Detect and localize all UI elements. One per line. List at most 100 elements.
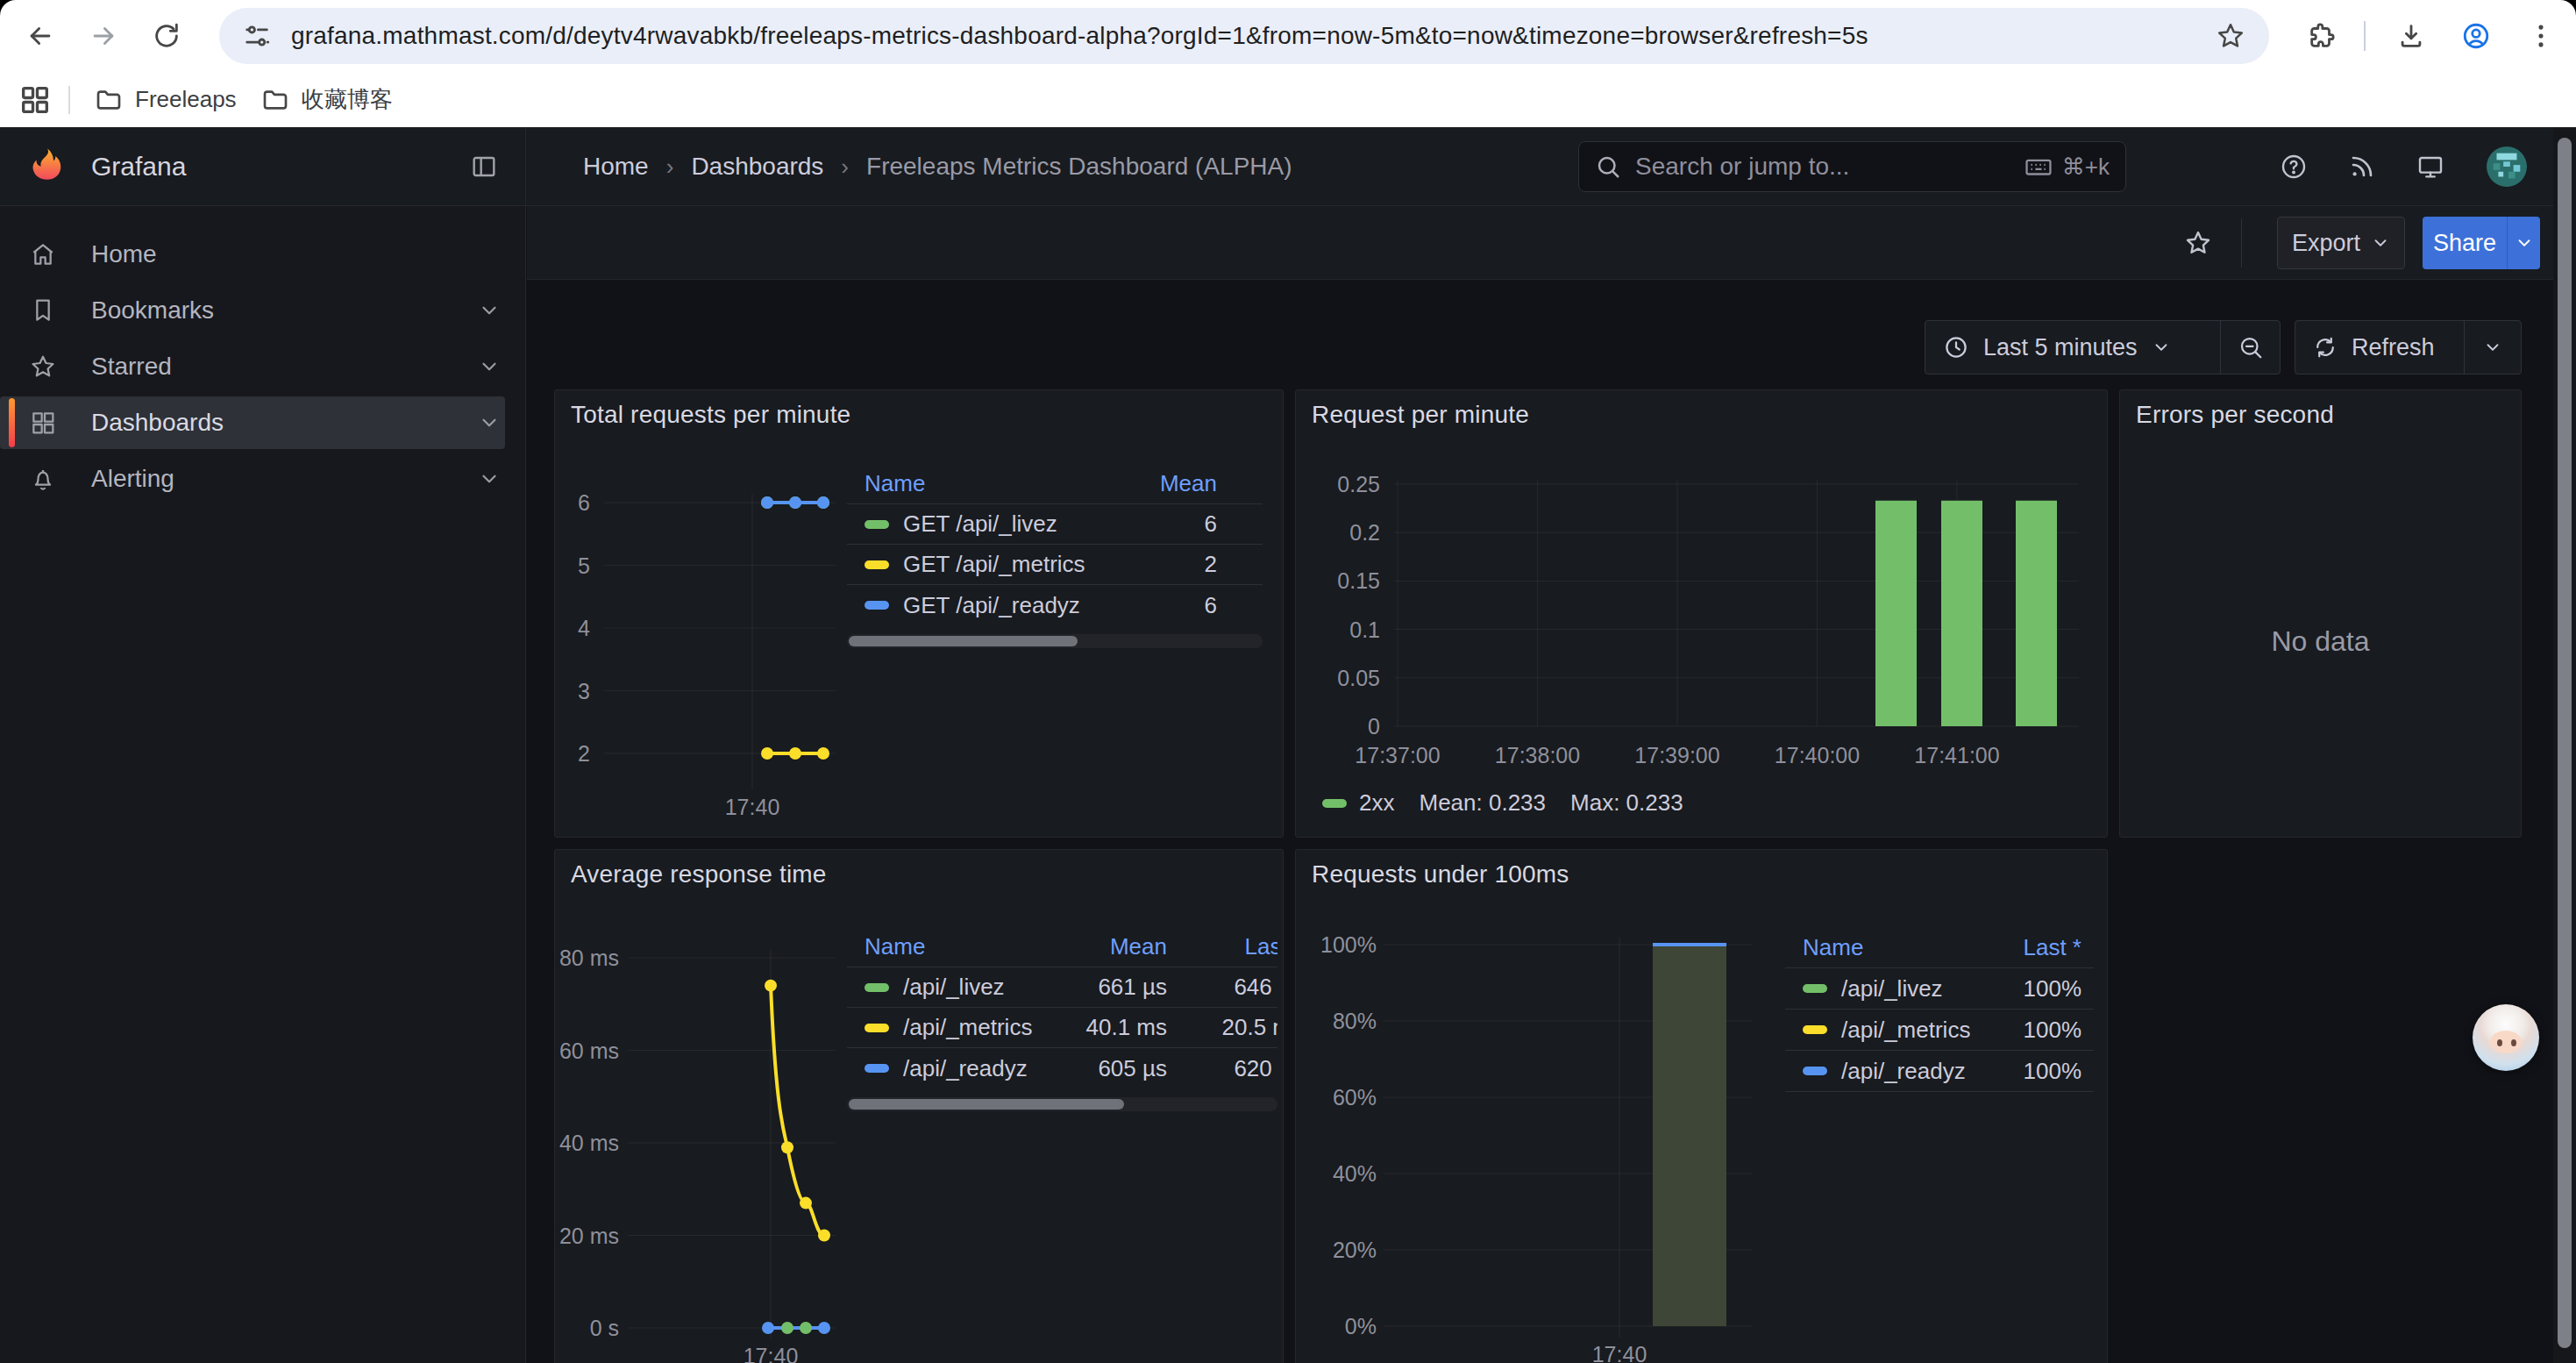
user-avatar[interactable] <box>2487 146 2527 187</box>
download-icon[interactable] <box>2387 11 2436 61</box>
legend-row[interactable]: GET /api/_readyz6 <box>847 585 1263 625</box>
dashboard-toolbar: Export Share <box>527 206 2553 280</box>
browser-menu-icon[interactable] <box>2516 11 2565 61</box>
series-name[interactable]: /api/_metrics <box>903 1014 1032 1041</box>
series-color-swatch <box>865 560 889 569</box>
refresh-button[interactable]: Refresh <box>2295 320 2522 375</box>
legend-scrollbar-thumb[interactable] <box>849 636 1078 646</box>
series-name[interactable]: 2xx <box>1359 789 1394 817</box>
sidebar-item-alerting[interactable]: Alerting <box>0 453 505 505</box>
scrollbar-thumb[interactable] <box>2558 138 2572 1348</box>
address-bar[interactable]: grafana.mathmast.com/d/deytv4rwavabkb/fr… <box>219 8 2269 64</box>
brand-area: Grafana <box>0 127 526 206</box>
legend-header[interactable]: Last * <box>1167 933 1277 960</box>
panel-legend: NameMeanGET /api/_livez6GET /api/_metric… <box>847 464 1263 652</box>
panel-average-response-time[interactable]: Average response time 80 ms60 ms40 ms20 … <box>554 849 1284 1363</box>
panel-request-per-minute[interactable]: Request per minute 0.250.20.150.10.05017… <box>1295 389 2108 838</box>
chevron-down-icon[interactable] <box>478 467 501 490</box>
sidebar-item-bookmarks[interactable]: Bookmarks <box>0 284 505 337</box>
legend-header[interactable]: Name <box>847 933 1040 960</box>
news-icon[interactable] <box>2343 147 2381 186</box>
series-name[interactable]: /api/_livez <box>1841 975 1943 1003</box>
profile-icon[interactable] <box>2451 11 2501 61</box>
legend-row[interactable]: /api/_readyz605 µs620 µs <box>847 1048 1277 1088</box>
clock-icon <box>1943 334 1969 360</box>
panel-title: Average response time <box>571 860 827 888</box>
series-color-swatch <box>1803 1067 1827 1075</box>
back-icon[interactable] <box>16 11 65 61</box>
sidebar-item-starred[interactable]: Starred <box>0 340 505 393</box>
refresh-interval-button[interactable] <box>2464 321 2521 374</box>
legend-scrollbar-thumb[interactable] <box>849 1099 1124 1110</box>
svg-text:0.2: 0.2 <box>1349 520 1380 545</box>
breadcrumb-item[interactable]: Dashboards <box>691 153 823 181</box>
svg-text:0.25: 0.25 <box>1337 472 1380 496</box>
bookmark-folder[interactable]: Freeleaps <box>95 84 237 115</box>
legend-header[interactable]: Name <box>1785 934 1976 961</box>
monitor-icon[interactable] <box>2411 147 2450 186</box>
series-name[interactable]: GET /api/_livez <box>903 510 1057 538</box>
time-range-picker[interactable]: Last 5 minutes <box>1925 320 2281 375</box>
chevron-down-icon <box>2371 233 2390 253</box>
svg-text:20 ms: 20 ms <box>559 1224 619 1248</box>
star-icon <box>29 353 57 381</box>
legend-row[interactable]: /api/_metrics100% <box>1785 1010 2094 1051</box>
help-icon[interactable] <box>2274 147 2313 186</box>
share-button-label[interactable]: Share <box>2423 217 2507 269</box>
legend-header[interactable]: Name <box>847 470 1121 497</box>
tab-groups-icon[interactable] <box>18 82 53 118</box>
legend-value: 100% <box>1976 1017 2081 1044</box>
page-scrollbar[interactable] <box>2553 127 2576 1363</box>
breadcrumb-item[interactable]: Home <box>583 153 649 181</box>
bookmark-label: 收藏博客 <box>302 84 393 115</box>
series-name[interactable]: /api/_readyz <box>903 1055 1028 1082</box>
panel-errors-per-second[interactable]: Errors per second No data <box>2119 389 2522 838</box>
sidebar-item-home[interactable]: Home <box>0 228 505 281</box>
legend-header[interactable]: Mean <box>1040 933 1167 960</box>
share-menu-button[interactable] <box>2507 217 2540 269</box>
legend-row[interactable]: /api/_livez100% <box>1785 968 2094 1010</box>
extensions-icon[interactable] <box>2297 11 2346 61</box>
sidebar-item-label: Alerting <box>91 465 174 493</box>
bookmarks-bar: Freeleaps 收藏博客 <box>0 72 2576 127</box>
series-name[interactable]: /api/_livez <box>903 974 1005 1001</box>
chevron-down-icon[interactable] <box>478 299 501 322</box>
sidebar-toggle-icon[interactable] <box>465 147 503 186</box>
legend-value: 2 <box>1121 551 1217 578</box>
legend-scrollbar[interactable] <box>847 1097 1277 1111</box>
export-button[interactable]: Export <box>2277 217 2405 269</box>
legend-value: 100% <box>1976 1058 2081 1085</box>
series-name[interactable]: GET /api/_readyz <box>903 592 1080 619</box>
bookmark-folder[interactable]: 收藏博客 <box>261 84 393 115</box>
search-input[interactable]: Search or jump to... ⌘+k <box>1578 141 2126 192</box>
legend-row[interactable]: GET /api/_livez6 <box>847 504 1263 545</box>
legend-header[interactable]: Mean <box>1121 470 1217 497</box>
svg-text:5: 5 <box>578 553 590 578</box>
sidebar-item-dashboards[interactable]: Dashboards <box>0 396 505 449</box>
series-name[interactable]: /api/_metrics <box>1841 1017 1970 1044</box>
panel-requests-under-100ms[interactable]: Requests under 100ms 100%80%60%40%20%0%1… <box>1295 849 2108 1363</box>
breadcrumb-separator: › <box>666 153 674 181</box>
url-text[interactable]: grafana.mathmast.com/d/deytv4rwavabkb/fr… <box>291 22 1868 50</box>
reload-icon[interactable] <box>142 11 191 61</box>
legend-row[interactable]: /api/_readyz 100% <box>1785 1051 2094 1092</box>
forward-icon[interactable] <box>79 11 128 61</box>
bookmark-star-icon[interactable] <box>2206 11 2255 61</box>
legend-header[interactable]: Last * <box>1976 934 2081 961</box>
share-button[interactable]: Share <box>2423 217 2540 269</box>
legend-row[interactable]: /api/_livez661 µs646 µs <box>847 967 1277 1008</box>
chevron-down-icon <box>2515 233 2534 253</box>
floating-assistant-avatar[interactable] <box>2473 1004 2539 1071</box>
chevron-down-icon[interactable] <box>478 411 501 434</box>
legend-row[interactable]: GET /api/_metrics 2 <box>847 545 1263 585</box>
zoom-out-button[interactable] <box>2220 321 2280 374</box>
series-name[interactable]: /api/_readyz <box>1841 1058 1966 1085</box>
panel-total-requests[interactable]: Total requests per minute 6543217:40 Nam… <box>554 389 1284 838</box>
chevron-down-icon[interactable] <box>478 355 501 378</box>
legend-row[interactable]: /api/_metrics40.1 ms20.5 ms <box>847 1008 1277 1048</box>
series-name[interactable]: GET /api/_metrics <box>903 551 1085 578</box>
no-data-label: No data <box>2120 625 2521 658</box>
favorite-star-icon[interactable] <box>2179 224 2217 262</box>
legend-scrollbar[interactable] <box>847 634 1263 648</box>
site-settings-icon[interactable] <box>242 21 272 51</box>
